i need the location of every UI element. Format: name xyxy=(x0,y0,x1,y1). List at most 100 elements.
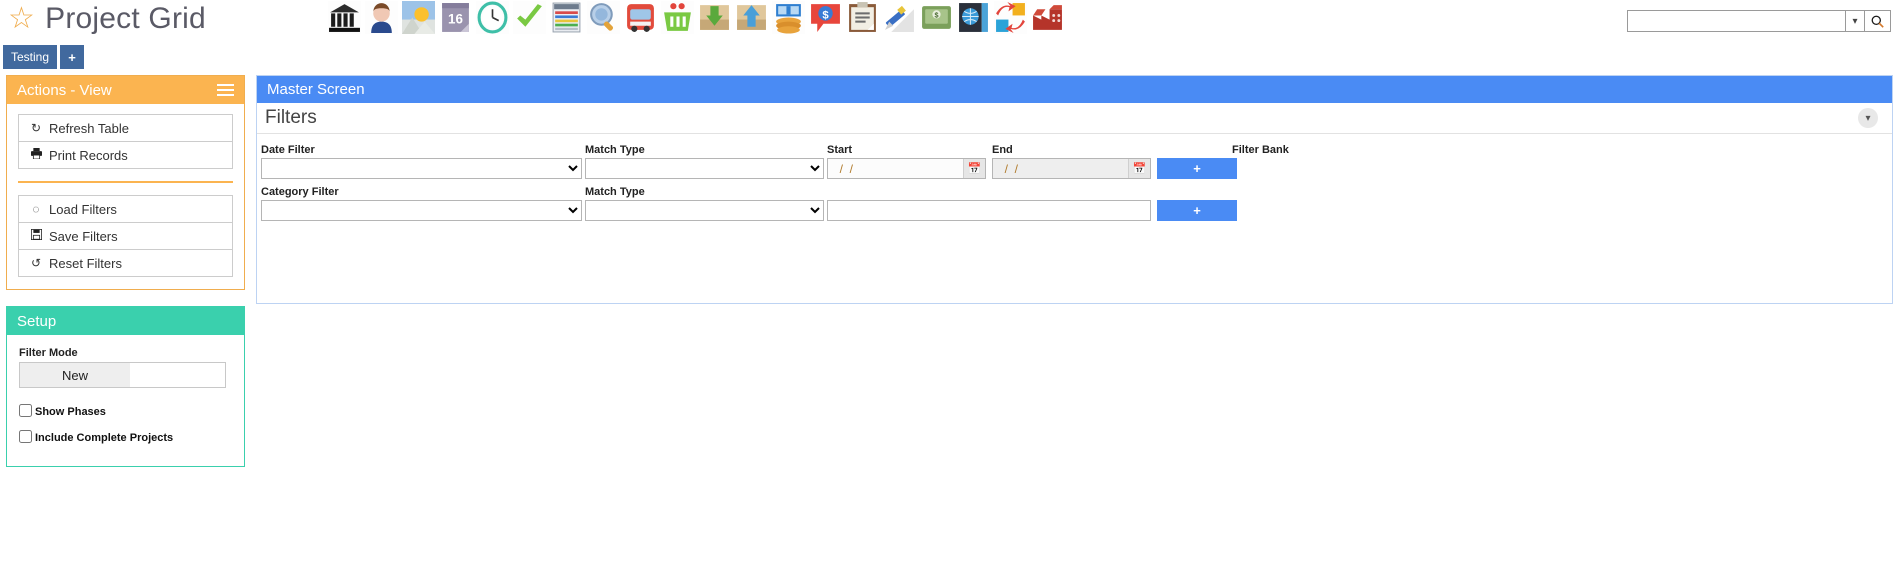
load-filters-button[interactable]: ◌ Load Filters xyxy=(19,196,232,223)
clock-icon[interactable] xyxy=(476,1,509,34)
category-value-input[interactable] xyxy=(827,200,1151,221)
print-records-button[interactable]: Print Records xyxy=(19,142,232,169)
filters-bar: Filters ▾ xyxy=(257,103,1892,134)
show-phases-row: Show Phases xyxy=(19,404,232,418)
date-match-type-select[interactable] xyxy=(585,158,824,179)
svg-text:$: $ xyxy=(822,10,829,22)
print-records-label: Print Records xyxy=(49,147,128,163)
start-date-input[interactable] xyxy=(828,159,963,178)
end-date-field[interactable]: 📅 xyxy=(992,158,1151,179)
add-tab-button[interactable]: + xyxy=(60,45,85,69)
reset-filters-button[interactable]: ↺ Reset Filters xyxy=(19,250,232,277)
bank-icon[interactable] xyxy=(328,1,361,34)
magnifier-globe-icon[interactable] xyxy=(587,1,620,34)
category-match-label: Match Type xyxy=(585,186,645,198)
end-date-input[interactable] xyxy=(993,159,1128,178)
end-date-label: End xyxy=(992,144,1013,156)
actions-group-primary: ↻ Refresh Table Print Records xyxy=(18,114,233,169)
search-icon[interactable] xyxy=(1865,10,1891,32)
category-filter-row: Category Filter Match Type + xyxy=(257,186,1892,228)
filter-mode-new-option[interactable]: New xyxy=(20,363,130,387)
filter-bank-label: Filter Bank xyxy=(1232,144,1289,156)
include-complete-projects-row: Include Complete Projects xyxy=(19,430,232,444)
date-match-label: Match Type xyxy=(585,144,645,156)
cash-envelope-icon[interactable]: $ xyxy=(920,1,953,34)
search-input[interactable] xyxy=(1627,10,1845,32)
shopping-basket-icon[interactable] xyxy=(661,1,694,34)
master-screen-panel: Master Screen Filters ▾ Date Filter Matc… xyxy=(256,75,1893,304)
search-bar: ▾ xyxy=(1627,10,1891,32)
outbox-upload-icon[interactable] xyxy=(735,1,768,34)
setup-panel: Setup Filter Mode New Show Phases Includ… xyxy=(6,306,245,467)
tab-row: Testing + xyxy=(3,45,85,69)
include-complete-projects-checkbox[interactable] xyxy=(19,430,32,443)
actions-panel-body: ↻ Refresh Table Print Records ◌ Load Fil… xyxy=(7,104,244,289)
filter-mode-toggle[interactable]: New xyxy=(19,362,226,388)
save-filters-label: Save Filters xyxy=(49,228,118,244)
setup-panel-title: Setup xyxy=(17,312,57,330)
refresh-table-button[interactable]: ↻ Refresh Table xyxy=(19,115,232,142)
start-date-field[interactable]: 📅 xyxy=(827,158,986,179)
checkmark-icon[interactable] xyxy=(513,1,546,34)
add-category-filter-button[interactable]: + xyxy=(1157,200,1237,221)
category-filter-select[interactable] xyxy=(261,200,582,221)
reset-filters-label: Reset Filters xyxy=(49,255,122,271)
top-bar: ☆ Project Grid 16 $ $ ▾ xyxy=(0,0,1899,46)
spinner-icon: ◌ xyxy=(32,202,40,216)
undo-icon: ↺ xyxy=(30,256,42,270)
person-icon[interactable] xyxy=(365,1,398,34)
app-brand: ☆ Project Grid xyxy=(8,2,206,36)
app-title: Project Grid xyxy=(45,2,206,35)
setup-panel-body: Filter Mode New Show Phases Include Comp… xyxy=(7,335,244,466)
include-complete-projects-label[interactable]: Include Complete Projects xyxy=(35,432,173,444)
category-filter-label: Category Filter xyxy=(261,186,339,198)
bus-icon[interactable] xyxy=(624,1,657,34)
chevron-down-icon[interactable]: ▾ xyxy=(1858,108,1878,128)
calendar-icon[interactable]: 📅 xyxy=(1128,159,1150,178)
dollar-speech-icon[interactable]: $ xyxy=(809,1,842,34)
add-date-filter-button[interactable]: + xyxy=(1157,158,1237,179)
save-filters-button[interactable]: Save Filters xyxy=(19,223,232,250)
swap-arrows-icon[interactable] xyxy=(994,1,1027,34)
setup-panel-header: Setup xyxy=(7,307,244,335)
left-sidebar: Actions - View ↻ Refresh Table Print Rec… xyxy=(6,75,245,467)
calendar-16-icon[interactable]: 16 xyxy=(439,1,472,34)
actions-view-panel: Actions - View ↻ Refresh Table Print Rec… xyxy=(6,75,245,290)
factory-icon[interactable] xyxy=(1031,1,1064,34)
filter-mode-other-option[interactable] xyxy=(130,363,225,387)
money-hands-icon[interactable] xyxy=(772,1,805,34)
calendar-icon[interactable]: 📅 xyxy=(963,159,985,178)
load-filters-label: Load Filters xyxy=(49,201,117,217)
refresh-table-label: Refresh Table xyxy=(49,120,129,136)
icon-toolbar: 16 $ $ xyxy=(328,1,1064,34)
refresh-icon: ↻ xyxy=(30,121,42,135)
tab-testing[interactable]: Testing xyxy=(3,45,58,69)
svg-text:16: 16 xyxy=(448,12,463,27)
date-filter-select[interactable] xyxy=(261,158,582,179)
date-filter-label: Date Filter xyxy=(261,144,315,156)
photo-icon[interactable] xyxy=(402,1,435,34)
chevron-down-icon[interactable]: ▾ xyxy=(1845,10,1865,32)
spreadsheet-icon[interactable] xyxy=(550,1,583,34)
actions-divider xyxy=(18,181,233,183)
inbox-download-icon[interactable] xyxy=(698,1,731,34)
pencil-note-icon[interactable] xyxy=(883,1,916,34)
globe-book-icon[interactable] xyxy=(957,1,990,34)
filters-area: Date Filter Match Type Start End Filter … xyxy=(257,134,1892,228)
master-screen-title: Master Screen xyxy=(267,81,365,98)
show-phases-label[interactable]: Show Phases xyxy=(35,406,106,418)
start-date-label: Start xyxy=(827,144,853,156)
clipboard-icon[interactable] xyxy=(846,1,879,34)
svg-text:$: $ xyxy=(934,11,938,20)
show-phases-checkbox[interactable] xyxy=(19,404,32,417)
floppy-disk-icon xyxy=(29,229,43,243)
hamburger-icon[interactable] xyxy=(217,84,234,96)
printer-icon xyxy=(29,148,43,162)
actions-panel-title: Actions - View xyxy=(17,81,112,99)
filters-title: Filters xyxy=(265,107,317,128)
master-screen-header: Master Screen xyxy=(257,76,1892,103)
filter-mode-label: Filter Mode xyxy=(19,347,78,359)
star-icon: ☆ xyxy=(8,2,36,35)
category-match-type-select[interactable] xyxy=(585,200,824,221)
date-filter-row: Date Filter Match Type Start End Filter … xyxy=(257,144,1892,186)
